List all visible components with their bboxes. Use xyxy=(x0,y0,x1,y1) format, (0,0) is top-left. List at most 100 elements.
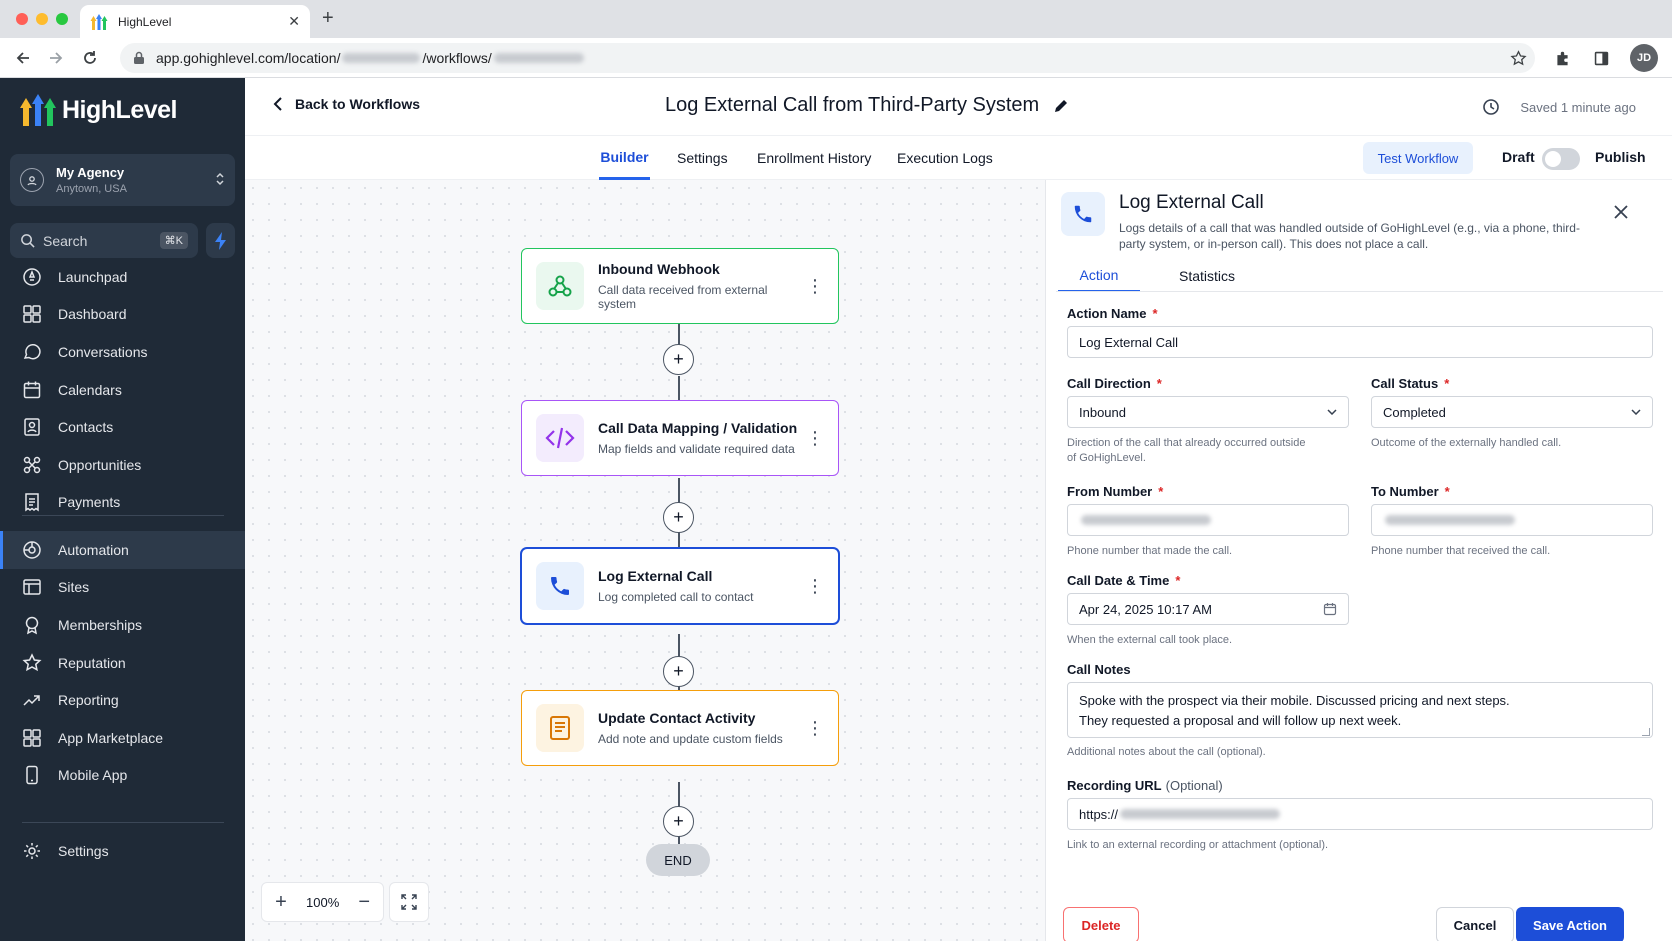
url-middle: /workflows/ xyxy=(422,50,492,66)
window-maximize-button[interactable] xyxy=(56,13,68,25)
workflow-step-update-contact-activity[interactable]: Update Contact Activity Add note and upda… xyxy=(521,690,839,766)
textarea-resize-handle[interactable] xyxy=(1642,728,1650,736)
history-clock-icon[interactable] xyxy=(1482,98,1500,116)
workflow-step-call-data-mapping-validation[interactable]: Call Data Mapping / Validation Map fields… xyxy=(521,400,839,476)
save-action-button[interactable]: Save Action xyxy=(1516,907,1624,941)
call-direction-select[interactable]: Inbound xyxy=(1067,396,1349,428)
browser-tab[interactable]: HighLevel ✕ xyxy=(80,5,310,38)
tab-enrollment-history[interactable]: Enrollment History xyxy=(757,136,871,180)
sidebar-item-app-marketplace[interactable]: App Marketplace xyxy=(0,719,245,757)
sidebar-item-conversations[interactable]: Conversations xyxy=(0,333,245,371)
to-number-input[interactable] xyxy=(1371,504,1653,536)
sidebar-item-automation[interactable]: Automation xyxy=(0,531,245,569)
reload-icon[interactable] xyxy=(79,47,101,69)
call-direction-label: Call Direction * xyxy=(1067,376,1162,391)
forward-arrow-icon[interactable] xyxy=(45,47,67,69)
tab-builder[interactable]: Builder xyxy=(599,136,650,180)
fit-to-screen-button[interactable] xyxy=(389,882,429,922)
panel-description: Logs details of a call that was handled … xyxy=(1119,221,1580,251)
cancel-button[interactable]: Cancel xyxy=(1436,907,1514,941)
sidebar-divider xyxy=(22,822,224,823)
sidebar-item-settings[interactable]: Settings xyxy=(0,832,245,870)
window-minimize-button[interactable] xyxy=(36,13,48,25)
step-subtitle: Call data received from external system xyxy=(598,283,768,311)
sidebar-item-memberships[interactable]: Memberships xyxy=(0,606,245,644)
search-shortcut-badge: ⌘K xyxy=(159,232,188,249)
brand-logo[interactable]: HighLevel xyxy=(20,92,177,128)
workflow-canvas[interactable]: + + + + Inbound Webhook Call data receive… xyxy=(245,180,1045,941)
sidebar-item-calendars[interactable]: Calendars xyxy=(0,371,245,409)
sidebar-item-sites[interactable]: Sites xyxy=(0,569,245,607)
call-status-select[interactable]: Completed xyxy=(1371,396,1653,428)
recording-url-input[interactable]: https:// xyxy=(1067,798,1653,830)
more-options-icon[interactable]: ⋮ xyxy=(806,429,824,447)
add-step-button[interactable]: + xyxy=(663,806,694,837)
workflow-step-log-external-call[interactable]: Log External Call Log completed call to c… xyxy=(521,548,839,624)
zoom-in-button[interactable]: + xyxy=(262,883,300,921)
sidebar-item-label: Reporting xyxy=(58,692,119,709)
tab-statistics[interactable]: Statistics xyxy=(1166,260,1248,292)
test-workflow-button[interactable]: Test Workflow xyxy=(1363,142,1473,174)
calendar-icon[interactable] xyxy=(1323,602,1337,616)
sidebar-item-mobile-app[interactable]: Mobile App xyxy=(0,757,245,795)
new-tab-icon[interactable]: + xyxy=(322,8,334,28)
add-step-button[interactable]: + xyxy=(663,656,694,687)
agency-switcher[interactable]: My Agency Anytown, USA xyxy=(10,154,235,206)
call-datetime-input[interactable]: Apr 24, 2025 10:17 AM xyxy=(1067,593,1349,625)
profile-avatar[interactable]: JD xyxy=(1630,44,1658,72)
sidebar-item-opportunities[interactable]: Opportunities xyxy=(0,446,245,484)
tab-execution-logs[interactable]: Execution Logs xyxy=(897,136,993,180)
action-name-label: Action Name * xyxy=(1067,306,1158,321)
star-icon xyxy=(22,652,42,671)
add-step-button[interactable]: + xyxy=(663,344,694,375)
add-step-button[interactable]: + xyxy=(663,502,694,533)
workflow-step-inbound-webhook[interactable]: Inbound Webhook Call data received from e… xyxy=(521,248,839,324)
tab-action[interactable]: Action xyxy=(1058,260,1140,292)
delete-button[interactable]: Delete xyxy=(1063,907,1139,941)
quick-actions-button[interactable] xyxy=(206,223,235,258)
sidebar-item-reporting[interactable]: Reporting xyxy=(0,681,245,719)
pencil-edit-icon[interactable] xyxy=(1053,98,1069,114)
url-prefix: app.gohighlevel.com/location/ xyxy=(156,50,341,66)
action-config-panel: Log External Call Logs details of a call… xyxy=(1045,180,1672,941)
call-status-value: Completed xyxy=(1383,404,1446,420)
back-arrow-icon[interactable] xyxy=(12,47,34,69)
more-options-icon[interactable]: ⋮ xyxy=(806,719,824,737)
site-info-icon[interactable] xyxy=(132,51,146,65)
gear-icon xyxy=(24,842,40,859)
side-panel-icon[interactable] xyxy=(1590,47,1612,69)
call-notes-textarea[interactable]: Spoke with the prospect via their mobile… xyxy=(1067,682,1653,738)
publish-toggle[interactable] xyxy=(1542,148,1580,170)
tab-settings[interactable]: Settings xyxy=(677,136,728,180)
close-icon[interactable] xyxy=(1609,200,1633,224)
from-number-help: Phone number that made the call. xyxy=(1067,545,1233,557)
more-options-icon[interactable]: ⋮ xyxy=(806,577,824,595)
to-number-label: To Number * xyxy=(1371,484,1450,499)
recording-url-help: Link to an external recording or attachm… xyxy=(1067,839,1329,851)
action-name-input[interactable]: Log External Call xyxy=(1067,326,1653,358)
required-marker: * xyxy=(1158,484,1164,499)
call-status-help: Outcome of the externally handled call. xyxy=(1371,437,1562,449)
webhook-icon xyxy=(536,262,584,310)
back-to-workflows-link[interactable]: Back to Workflows xyxy=(273,96,420,112)
sidebar-item-dashboard[interactable]: Dashboard xyxy=(0,296,245,334)
sidebar-item-label: App Marketplace xyxy=(58,729,164,746)
step-subtitle: Add note and update custom fields xyxy=(598,732,783,746)
from-number-input[interactable] xyxy=(1067,504,1349,536)
step-title: Inbound Webhook xyxy=(598,261,720,277)
more-options-icon[interactable]: ⋮ xyxy=(806,277,824,295)
bookmark-star-icon[interactable] xyxy=(1507,47,1529,69)
sidebar-item-reputation[interactable]: Reputation xyxy=(0,644,245,682)
zoom-out-button[interactable]: − xyxy=(345,883,383,921)
address-bar[interactable]: app.gohighlevel.com/location/ /workflows… xyxy=(120,43,1535,73)
window-close-button[interactable] xyxy=(16,13,28,25)
sidebar-item-contacts[interactable]: Contacts xyxy=(0,408,245,446)
sidebar-search[interactable]: Search ⌘K xyxy=(10,223,198,258)
label-text: To Number xyxy=(1371,484,1439,499)
required-marker: * xyxy=(1444,484,1450,499)
tab-close-icon[interactable]: ✕ xyxy=(288,13,300,30)
zoom-level: 100% xyxy=(306,894,340,910)
sidebar-item-launchpad[interactable]: Launchpad xyxy=(0,258,245,296)
extensions-puzzle-icon[interactable] xyxy=(1551,47,1573,69)
connector-line xyxy=(678,376,680,400)
